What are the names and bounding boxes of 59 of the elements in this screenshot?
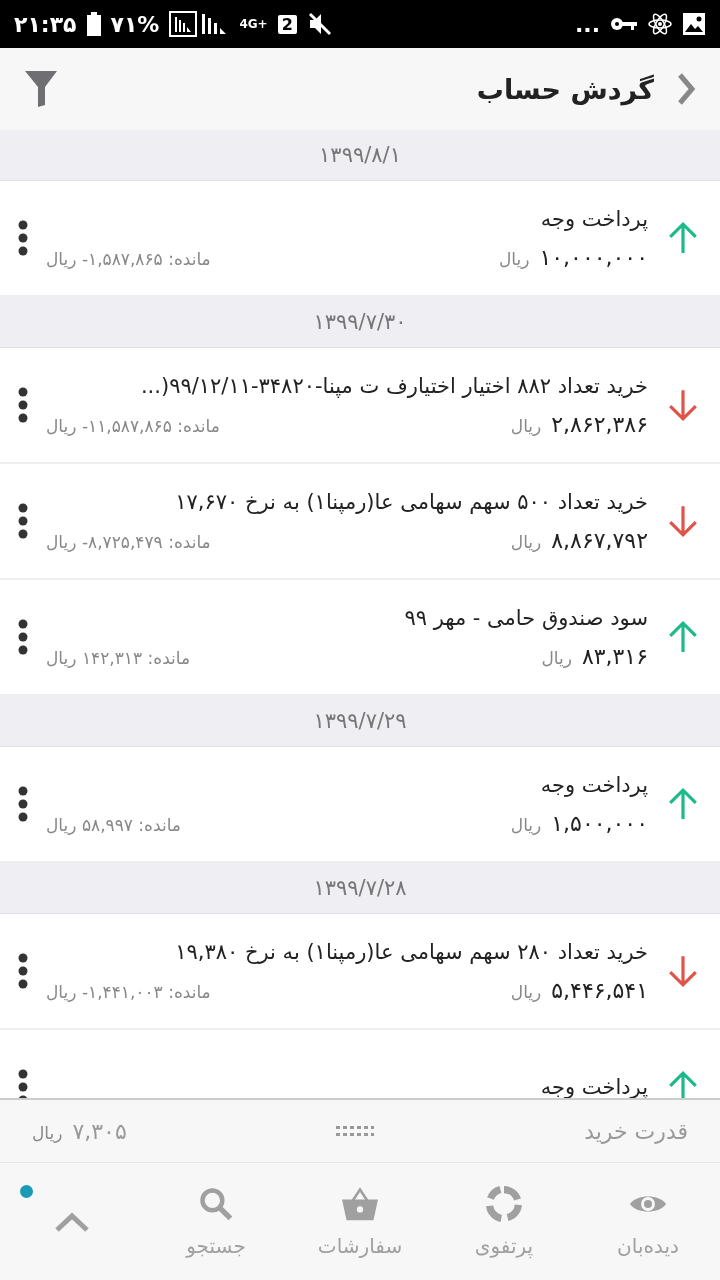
atom-icon xyxy=(648,11,672,37)
buying-power-label: قدرت خرید xyxy=(584,1118,688,1144)
chevron-up-icon xyxy=(54,1210,90,1233)
balance: مانده: ۱,۵۸۷,۸۶۵- ریال xyxy=(46,248,211,269)
network-type: 4G+ xyxy=(239,18,268,30)
amount: ۸,۸۶۷,۷۹۲ xyxy=(551,527,648,553)
currency: ریال xyxy=(510,814,542,835)
date-header: ۱۳۹۹/۸/۱ xyxy=(0,130,720,181)
more-options-icon[interactable] xyxy=(18,619,28,655)
amount: ۱,۵۰۰,۰۰۰ xyxy=(551,810,648,836)
nav-tab[interactable]: پرتفوی xyxy=(432,1163,576,1280)
transaction-title: خرید تعداد ۸۸۲ اختیار اختیارف ت مپنا-۳۴۸۲۰-۹۹/۱۲/۱۱(... xyxy=(139,373,648,398)
image-icon xyxy=(682,12,706,36)
currency: ریال xyxy=(510,415,542,436)
transaction-title: خرید تعداد ۲۸۰ سهم سهامی عا(رمپنا۱) به نرخ ۱۹,۳۸۰ xyxy=(174,939,648,964)
transaction-title: پرداخت وجه xyxy=(539,772,648,797)
sim-indicator: 2 xyxy=(277,14,297,34)
date-header: ۱۳۹۹/۷/۲۸ xyxy=(0,863,720,914)
transaction-title: پرداخت وجه xyxy=(539,206,648,231)
currency: ریال xyxy=(541,647,572,668)
balance: مانده: ۱۴۲,۳۱۳ ریال xyxy=(46,647,191,668)
basket-icon xyxy=(340,1185,380,1222)
currency: ریال xyxy=(510,531,542,552)
currency: ریال xyxy=(32,1122,63,1143)
currency: ریال xyxy=(499,248,530,269)
page-title: گردش حساب xyxy=(476,73,654,105)
key-icon xyxy=(610,16,638,32)
more-options-icon[interactable] xyxy=(18,1069,28,1098)
more-options-icon[interactable] xyxy=(18,953,28,989)
balance: مانده: ۱۱,۵۸۷,۸۶۵- ریال xyxy=(46,415,220,436)
more-options-icon[interactable] xyxy=(18,786,28,822)
date-header: ۱۳۹۹/۷/۲۹ xyxy=(0,696,720,747)
transaction-title: خرید تعداد ۵۰۰ سهم سهامی عا(رمپنا۱) به نرخ ۱۷,۶۷۰ xyxy=(174,489,648,514)
balance: مانده: ۵۸,۹۹۷ ریال xyxy=(46,814,181,835)
filter-icon[interactable] xyxy=(24,70,58,108)
battery-level: ۷۱% xyxy=(110,11,160,37)
drag-handle-icon[interactable] xyxy=(336,1126,375,1136)
more-options-icon[interactable] xyxy=(18,220,28,256)
amount: ۵,۴۴۶,۵۴۱ xyxy=(551,977,648,1003)
back-icon[interactable] xyxy=(676,72,696,106)
balance: مانده: ۱,۴۴۱,۰۰۳- ریال xyxy=(46,981,211,1002)
ring-chart-icon xyxy=(484,1185,524,1222)
transaction-title: سود صندوق حامی - مهر ۹۹ xyxy=(403,605,648,630)
balance: مانده: ۸,۷۲۵,۴۷۹- ریال xyxy=(46,531,211,552)
nav-tab[interactable]: دیده‌بان xyxy=(576,1163,720,1280)
buying-power-amount: ۷,۳۰۵ xyxy=(72,1118,127,1144)
muted-speaker-icon xyxy=(306,11,333,37)
amount: ۸۳,۳۱۶ xyxy=(581,643,648,669)
currency: ریال xyxy=(510,981,542,1002)
more-options-icon[interactable] xyxy=(18,387,28,423)
clock: ۲۱:۳۵ xyxy=(14,11,77,37)
battery-icon xyxy=(86,12,101,36)
amount: ۲,۸۶۲,۳۸۶ xyxy=(551,411,648,437)
amount: ۱۰,۰۰۰,۰۰۰ xyxy=(539,244,648,270)
nav-tab[interactable]: سفارشات xyxy=(288,1163,432,1280)
nav-tab[interactable]: جستجو xyxy=(144,1163,288,1280)
date-header: ۱۳۹۹/۷/۳۰ xyxy=(0,297,720,348)
more-options-icon[interactable] xyxy=(18,503,28,539)
more-notifications: ... xyxy=(574,11,600,37)
